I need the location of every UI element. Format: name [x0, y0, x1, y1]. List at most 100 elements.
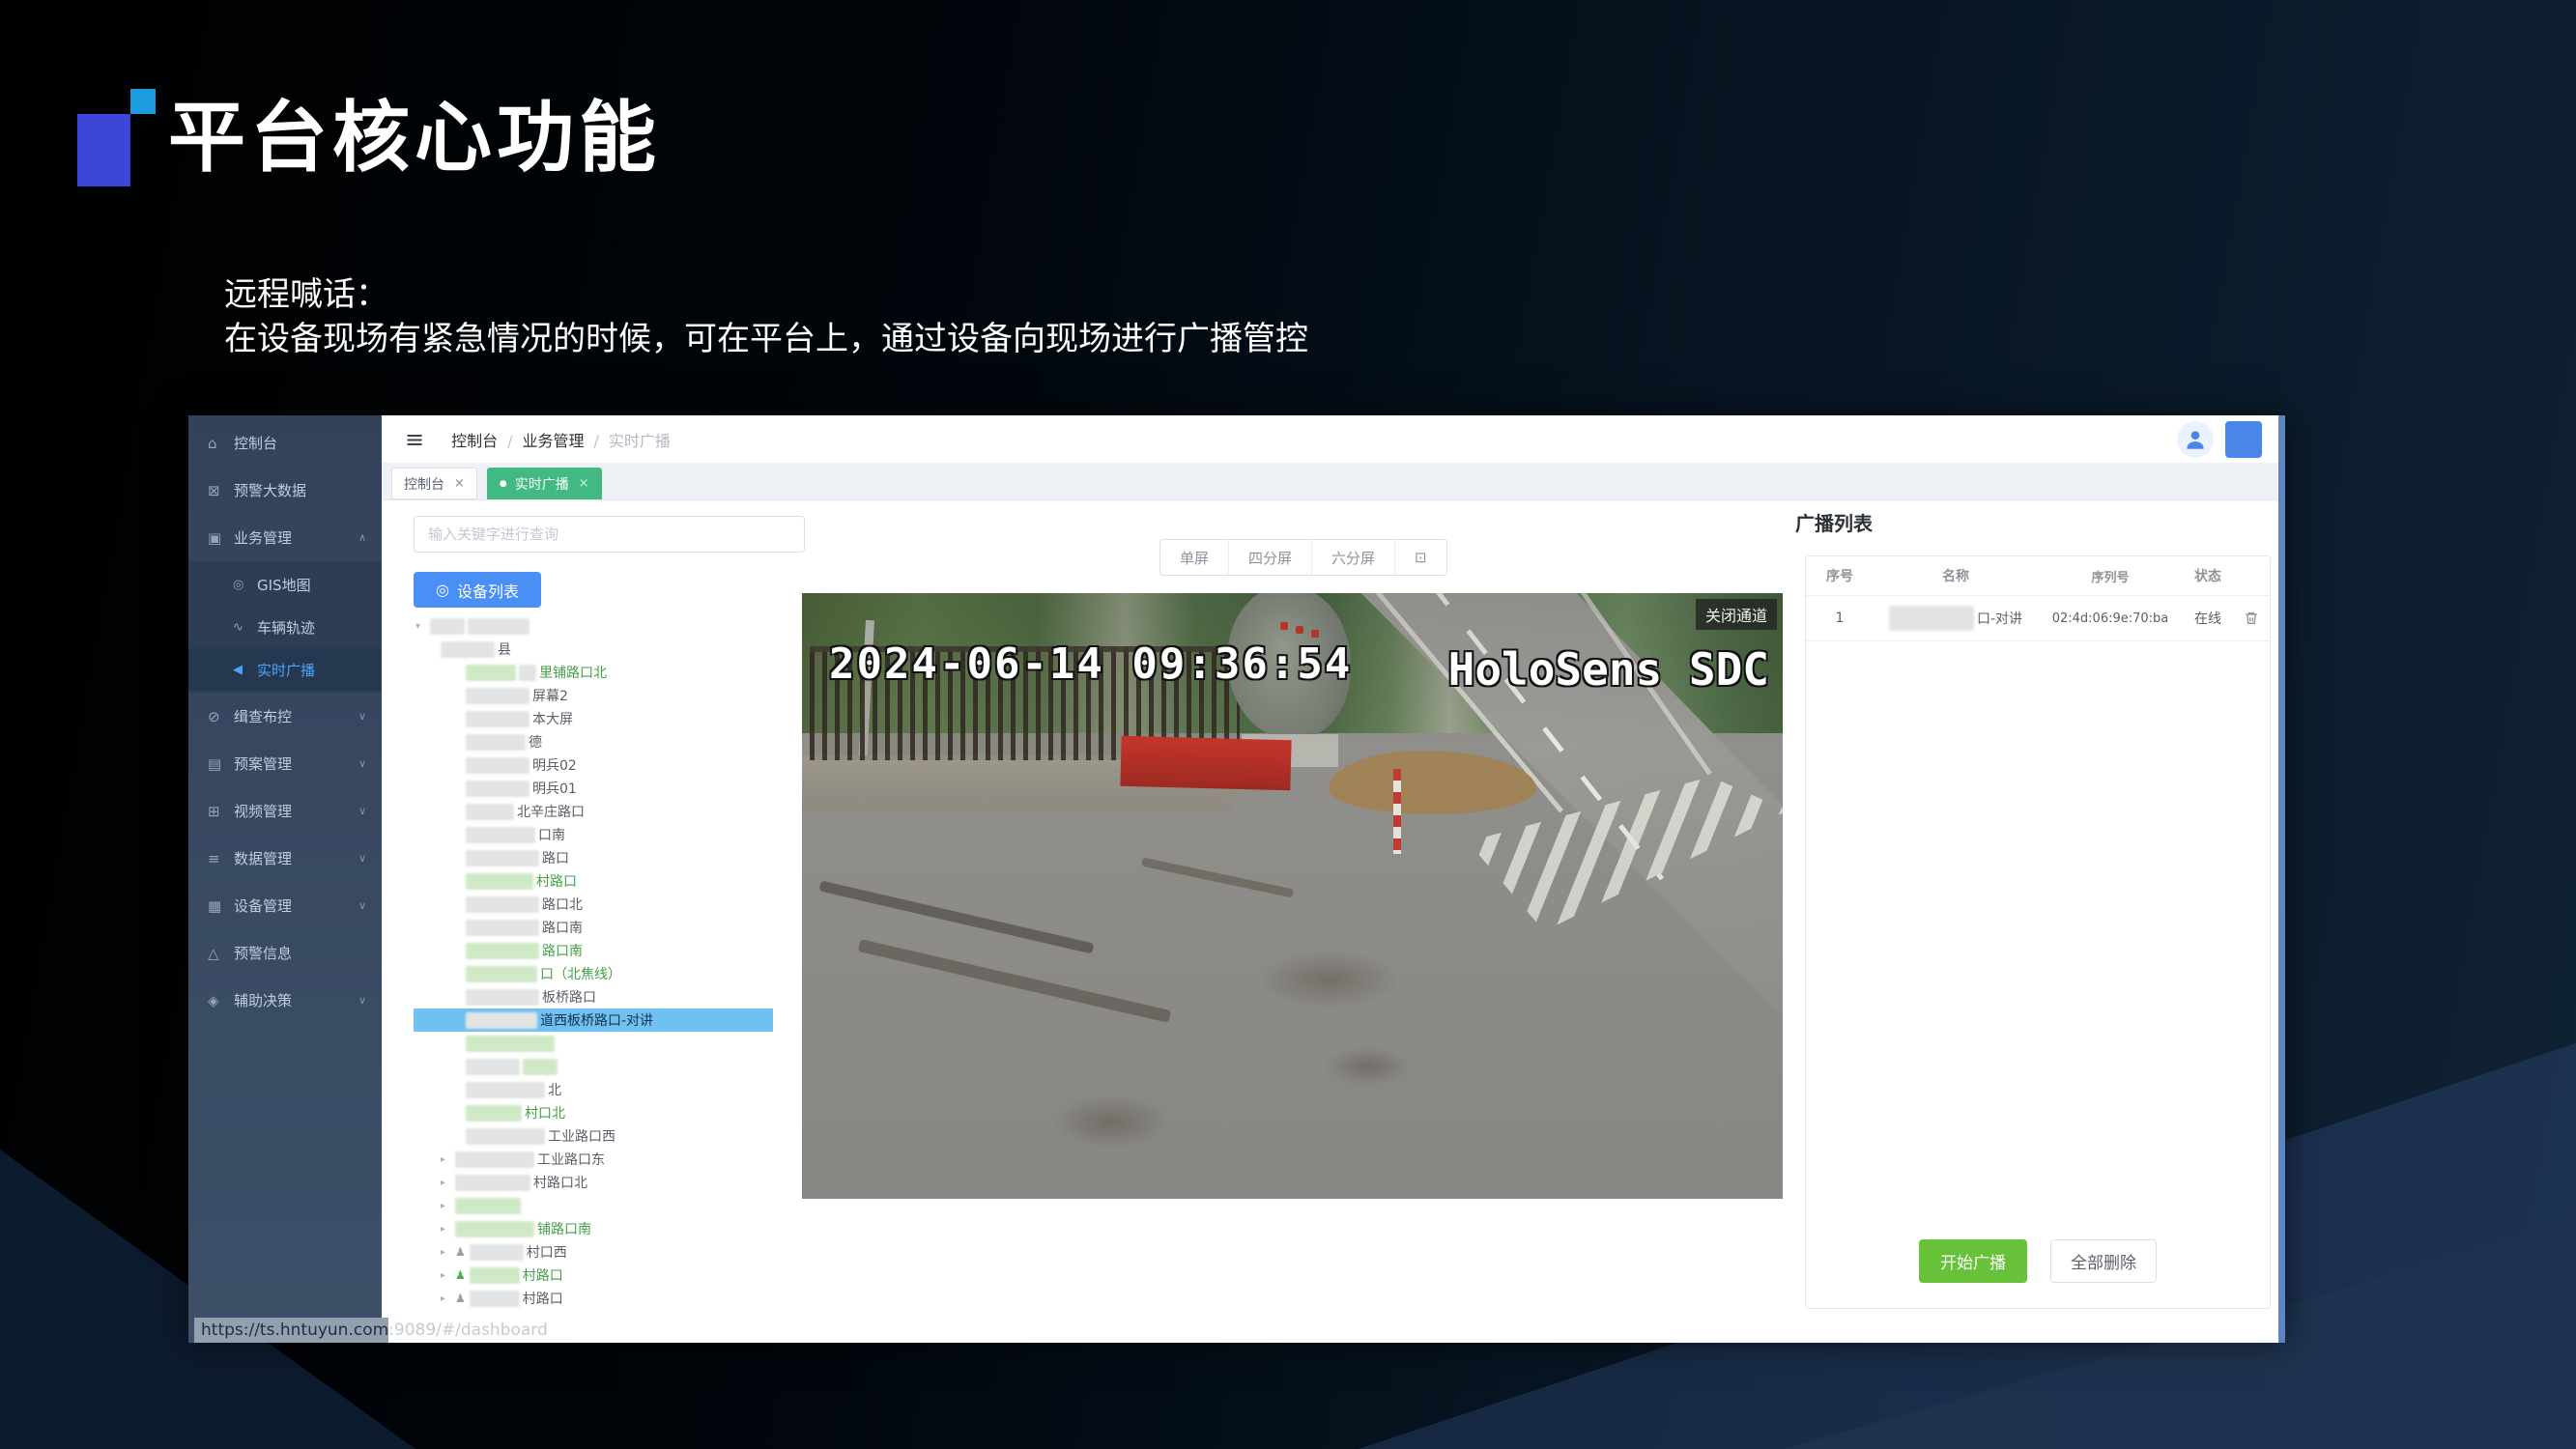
sidebar-item-decision-support[interactable]: ◈辅助决策∨ — [188, 977, 382, 1024]
tab-live-broadcast[interactable]: ●实时广播× — [487, 468, 602, 499]
tree-node[interactable] — [414, 1055, 773, 1078]
search-input[interactable] — [414, 516, 805, 553]
chevron-down-icon: ∨ — [358, 994, 366, 1007]
sidebar-item-console[interactable]: ⌂控制台 — [188, 419, 382, 467]
tree-node[interactable]: 明兵01 — [414, 777, 773, 800]
delete-all-button[interactable]: 全部删除 — [2050, 1239, 2157, 1283]
patrol-control-icon: ⊘ — [208, 708, 234, 725]
caret-closed-icon[interactable]: ▸ — [441, 1224, 455, 1235]
tree-node[interactable]: 口南 — [414, 823, 773, 846]
sidebar-subitem-gis-map[interactable]: ◎GIS地图 — [188, 563, 382, 606]
sidebar-subitem-label: GIS地图 — [257, 575, 311, 595]
tree-node[interactable]: 道西板桥路口-对讲 — [414, 1009, 773, 1032]
breadcrumb-item[interactable]: 控制台 — [451, 432, 498, 450]
sidebar-item-patrol-control[interactable]: ⊘缉查布控∨ — [188, 693, 382, 740]
tree-node[interactable]: 路口南 — [414, 939, 773, 962]
tree-node[interactable]: 板桥路口 — [414, 985, 773, 1009]
caret-closed-icon[interactable]: ▸ — [441, 1270, 455, 1281]
sidebar-item-label: 预警大数据 — [234, 480, 306, 500]
menu-toggle-icon[interactable]: ≡ — [405, 426, 424, 453]
redacted-text — [466, 665, 516, 681]
tree-node[interactable]: 德 — [414, 730, 773, 753]
delete-row-button[interactable] — [2233, 611, 2270, 626]
sidebar-item-warning-info[interactable]: △预警信息 — [188, 929, 382, 977]
sidebar-item-plan-mgmt[interactable]: ▤预案管理∨ — [188, 740, 382, 787]
tree-node[interactable]: 北 — [414, 1078, 773, 1101]
tree-node[interactable]: ▸村路口北 — [414, 1171, 773, 1194]
broadcast-table-header: 序号名称序列号状态 — [1806, 556, 2270, 596]
tree-node[interactable]: 路口南 — [414, 916, 773, 939]
tree-node[interactable]: 里铺路口北 — [414, 661, 773, 684]
tab-close-icon[interactable]: × — [579, 476, 589, 491]
tree-node[interactable]: 县 — [414, 638, 773, 661]
tree-node[interactable]: 北辛庄路口 — [414, 800, 773, 823]
caret-open-icon[interactable]: ▾ — [415, 621, 430, 632]
start-broadcast-button[interactable]: 开始广播 — [1919, 1239, 2027, 1283]
tab-console[interactable]: 控制台× — [391, 468, 477, 499]
tree-node[interactable]: 路口北 — [414, 893, 773, 916]
fullscreen-button[interactable]: ⊡ — [1395, 540, 1446, 575]
redacted-text — [466, 688, 530, 704]
description-text: 在设备现场有紧急情况的时候，可在平台上，通过设备向现场进行广播管控 — [224, 317, 1308, 361]
status-url-path: :9089/#/dashboard — [388, 1318, 556, 1343]
user-avatar-icon[interactable] — [2177, 421, 2214, 458]
tree-node[interactable]: 村路口 — [414, 869, 773, 893]
redacted-text — [430, 618, 465, 635]
chevron-down-icon: ∨ — [358, 805, 366, 817]
tree-node-label: 道西板桥路口-对讲 — [540, 1010, 653, 1030]
sidebar-submenu: ◎GIS地图∿车辆轨迹◀实时广播 — [188, 561, 382, 693]
warning-info-icon: △ — [208, 945, 234, 962]
broadcast-table-body: 1口-对讲02:4d:06:9e:70:ba在线 — [1806, 596, 2270, 641]
tab-close-icon[interactable]: × — [454, 476, 465, 491]
caret-closed-icon[interactable]: ▸ — [441, 1293, 455, 1304]
tree-node[interactable]: 本大屏 — [414, 707, 773, 730]
screen-mode-button[interactable]: 单屏 — [1160, 540, 1229, 575]
tree-node[interactable]: 屏幕2 — [414, 684, 773, 707]
sidebar-item-warning-bigdata[interactable]: ⊠预警大数据 — [188, 467, 382, 514]
breadcrumb-item[interactable]: 实时广播 — [609, 432, 671, 450]
tree-node[interactable]: 明兵02 — [414, 753, 773, 777]
tree-node[interactable]: 路口 — [414, 846, 773, 869]
tree-node[interactable]: ▸♟村路口 — [414, 1264, 773, 1287]
caret-closed-icon[interactable]: ▸ — [441, 1154, 455, 1165]
tree-node[interactable]: 口（北焦线） — [414, 962, 773, 985]
slide-description: 远程喊话： 在设备现场有紧急情况的时候，可在平台上，通过设备向现场进行广播管控 — [224, 272, 1308, 361]
redacted-text — [466, 896, 539, 913]
redacted-text — [466, 804, 514, 820]
sidebar-subitem-vehicle-track[interactable]: ∿车辆轨迹 — [188, 606, 382, 648]
redacted-text — [455, 1198, 521, 1214]
tree-node-label: 路口 — [542, 848, 569, 867]
redacted-text — [466, 827, 535, 843]
tree-node-label: 北辛庄路口 — [517, 802, 585, 821]
tree-node[interactable]: ▸♟村路口 — [414, 1287, 773, 1310]
tree-node[interactable] — [414, 1032, 773, 1055]
sidebar-subitem-live-broadcast[interactable]: ◀实时广播 — [188, 648, 382, 691]
breadcrumb-item[interactable]: 业务管理 — [523, 432, 585, 450]
sidebar-item-data-mgmt[interactable]: ≡数据管理∨ — [188, 835, 382, 882]
window-scrollbar[interactable] — [2278, 415, 2285, 1343]
tree-node[interactable]: 村口北 — [414, 1101, 773, 1124]
tree-node[interactable]: 工业路口西 — [414, 1124, 773, 1148]
plan-mgmt-icon: ▤ — [208, 755, 234, 773]
screen-mode-button[interactable]: 六分屏 — [1312, 540, 1395, 575]
caret-closed-icon[interactable]: ▸ — [441, 1247, 455, 1258]
tree-node[interactable]: ▸♟村口西 — [414, 1240, 773, 1264]
caret-closed-icon[interactable]: ▸ — [441, 1178, 455, 1188]
tree-node[interactable]: ▸工业路口东 — [414, 1148, 773, 1171]
redacted-text — [466, 850, 539, 867]
redacted-text — [519, 665, 536, 681]
sidebar-item-device-mgmt[interactable]: ▦设备管理∨ — [188, 882, 382, 929]
device-list-button[interactable]: ◎ 设备列表 — [414, 572, 541, 608]
sidebar-item-business-mgmt[interactable]: ▣业务管理∧ — [188, 514, 382, 561]
close-channel-button[interactable]: 关闭通道 — [1696, 599, 1777, 630]
tree-node[interactable]: ▸ — [414, 1194, 773, 1217]
tree-node[interactable]: ▸铺路口南 — [414, 1217, 773, 1240]
sidebar-item-label: 辅助决策 — [234, 990, 292, 1010]
tree-node[interactable]: ▾ — [414, 614, 773, 638]
sidebar-item-video-mgmt[interactable]: ⊞视频管理∨ — [188, 787, 382, 835]
caret-closed-icon[interactable]: ▸ — [441, 1201, 455, 1211]
screen-mode-button[interactable]: 四分屏 — [1229, 540, 1312, 575]
tree-node-label: 村路口 — [523, 1289, 563, 1308]
sidebar-subitem-label: 车辆轨迹 — [257, 617, 315, 638]
redacted-text — [470, 1267, 520, 1284]
